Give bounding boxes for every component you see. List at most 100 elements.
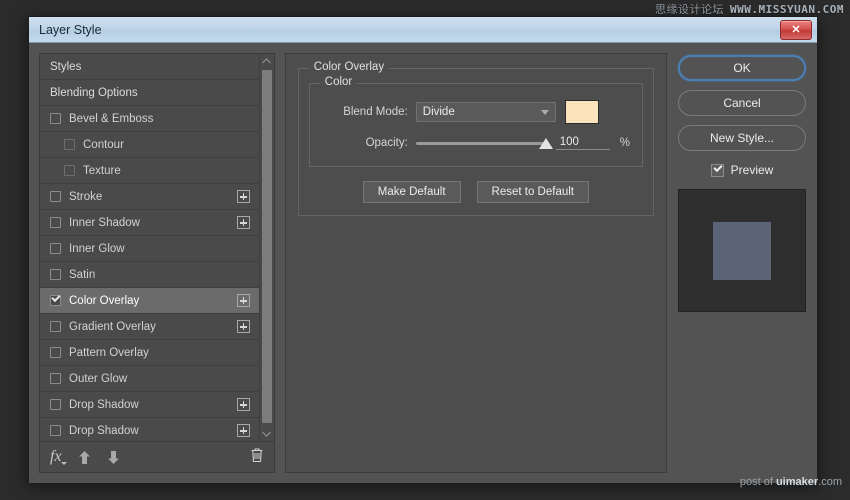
style-row-drop-shadow[interactable]: Drop Shadow [40, 418, 259, 441]
style-row-label: Satin [69, 269, 259, 281]
opacity-label: Opacity: [322, 137, 416, 149]
add-effect-icon[interactable] [237, 424, 250, 437]
style-row-pattern-overlay[interactable]: Pattern Overlay [40, 340, 259, 366]
style-row-texture[interactable]: Texture [40, 158, 259, 184]
watermark-bottom: post of uimaker.com [740, 476, 842, 488]
add-effect-icon[interactable] [237, 294, 250, 307]
style-checkbox[interactable] [50, 321, 61, 332]
style-row-gradient-overlay[interactable]: Gradient Overlay [40, 314, 259, 340]
watermark-top-url: WWW.MISSYUAN.COM [730, 3, 844, 16]
cancel-button[interactable]: Cancel [678, 90, 806, 116]
style-row-label: Texture [83, 165, 259, 177]
style-checkbox[interactable] [50, 191, 61, 202]
opacity-slider-handle[interactable] [539, 138, 553, 149]
add-effect-icon[interactable] [237, 398, 250, 411]
style-row-inner-glow[interactable]: Inner Glow [40, 236, 259, 262]
scroll-down-icon[interactable] [260, 427, 274, 441]
opacity-unit: % [620, 137, 630, 149]
style-row-outer-glow[interactable]: Outer Glow [40, 366, 259, 392]
watermark-bottom-brand: uimaker [776, 476, 818, 488]
color-overlay-panel: Color Overlay Color Blend Mode: Divide [285, 53, 667, 473]
opacity-input[interactable]: 100 [556, 136, 610, 150]
preview-toggle[interactable]: Preview [711, 163, 774, 177]
default-buttons: Make Default Reset to Default [309, 181, 643, 203]
opacity-slider[interactable] [416, 134, 546, 152]
style-row-label: Drop Shadow [69, 399, 237, 411]
move-up-icon[interactable] [78, 450, 91, 465]
style-row-label: Drop Shadow [69, 425, 237, 437]
style-row-stroke[interactable]: Stroke [40, 184, 259, 210]
color-swatch[interactable] [565, 100, 599, 124]
styles-list: Styles Blending Options Bevel & Emboss Cont… [40, 54, 259, 441]
styles-header-row[interactable]: Styles [40, 54, 259, 80]
preview-shape [713, 222, 771, 280]
dialog-title: Layer Style [39, 23, 102, 37]
new-style-button[interactable]: New Style... [678, 125, 806, 151]
style-checkbox[interactable] [50, 399, 61, 410]
style-row-satin[interactable]: Satin [40, 262, 259, 288]
style-checkbox[interactable] [50, 425, 61, 436]
preview-checkbox[interactable] [711, 164, 724, 177]
style-checkbox[interactable] [50, 113, 61, 124]
style-row-label: Styles [50, 61, 259, 73]
style-row-color-overlay[interactable]: Color Overlay [40, 288, 259, 314]
styles-panel: Styles Blending Options Bevel & Emboss Cont… [39, 53, 275, 473]
style-row-label: Stroke [69, 191, 237, 203]
style-row-contour[interactable]: Contour [40, 132, 259, 158]
move-down-icon[interactable] [107, 450, 120, 465]
opacity-slider-track [416, 142, 546, 145]
dialog-titlebar: Layer Style ✕ [29, 17, 817, 43]
make-default-button[interactable]: Make Default [363, 181, 461, 203]
style-row-label: Outer Glow [69, 373, 259, 385]
blend-mode-select[interactable]: Divide [416, 102, 556, 122]
reset-to-default-button[interactable]: Reset to Default [477, 181, 589, 203]
style-checkbox[interactable] [50, 217, 61, 228]
fx-icon[interactable]: fx [50, 448, 62, 466]
scroll-up-icon[interactable] [260, 54, 274, 68]
add-effect-icon[interactable] [237, 216, 250, 229]
styles-scroll-region: Styles Blending Options Bevel & Emboss Cont… [40, 54, 274, 442]
actions-panel: OK Cancel New Style... Preview [677, 53, 807, 473]
close-icon[interactable]: ✕ [780, 20, 812, 40]
color-subgroup: Color Blend Mode: Divide Opacity: [309, 83, 643, 167]
scrollbar-track[interactable] [260, 68, 274, 427]
style-row-label: Inner Shadow [69, 217, 237, 229]
watermark-top: 思缘设计论坛 WWW.MISSYUAN.COM [655, 1, 844, 17]
style-row-label: Inner Glow [69, 243, 259, 255]
watermark-bottom-suffix: .com [818, 476, 842, 488]
ok-button[interactable]: OK [678, 55, 806, 81]
style-row-label: Pattern Overlay [69, 347, 259, 359]
styles-toolbar: fx [40, 442, 274, 472]
blending-options-row[interactable]: Blending Options [40, 80, 259, 106]
preview-thumbnail [678, 189, 806, 312]
style-checkbox[interactable] [50, 243, 61, 254]
style-checkbox[interactable] [50, 347, 61, 358]
style-row-drop-shadow[interactable]: Drop Shadow [40, 392, 259, 418]
color-overlay-group-body: Color Blend Mode: Divide Opacity: [299, 69, 653, 215]
color-overlay-group: Color Overlay Color Blend Mode: Divide [298, 68, 654, 216]
style-checkbox[interactable] [50, 269, 61, 280]
style-row-inner-shadow[interactable]: Inner Shadow [40, 210, 259, 236]
watermark-bottom-prefix: post of [740, 476, 776, 488]
add-effect-icon[interactable] [237, 190, 250, 203]
desktop-background: 思缘设计论坛 WWW.MISSYUAN.COM post of uimaker.… [0, 0, 850, 500]
style-checkbox[interactable] [50, 295, 61, 306]
style-row-label: Bevel & Emboss [69, 113, 259, 125]
style-row-bevel-emboss[interactable]: Bevel & Emboss [40, 106, 259, 132]
color-overlay-group-title: Color Overlay [309, 61, 389, 73]
preview-label: Preview [731, 163, 774, 177]
style-checkbox[interactable] [64, 165, 75, 176]
scrollbar-thumb[interactable] [262, 70, 272, 423]
watermark-top-cn: 思缘设计论坛 [655, 1, 724, 17]
styles-scrollbar[interactable] [259, 54, 274, 441]
opacity-row: Opacity: 100 % [322, 134, 630, 152]
chevron-down-icon [541, 110, 549, 115]
style-checkbox[interactable] [64, 139, 75, 150]
add-effect-icon[interactable] [237, 320, 250, 333]
color-subgroup-title: Color [320, 76, 357, 88]
style-checkbox[interactable] [50, 373, 61, 384]
dialog-body: Styles Blending Options Bevel & Emboss Cont… [29, 43, 817, 483]
delete-icon[interactable] [250, 447, 264, 468]
blend-mode-label: Blend Mode: [322, 106, 416, 118]
blend-mode-value: Divide [423, 106, 541, 118]
